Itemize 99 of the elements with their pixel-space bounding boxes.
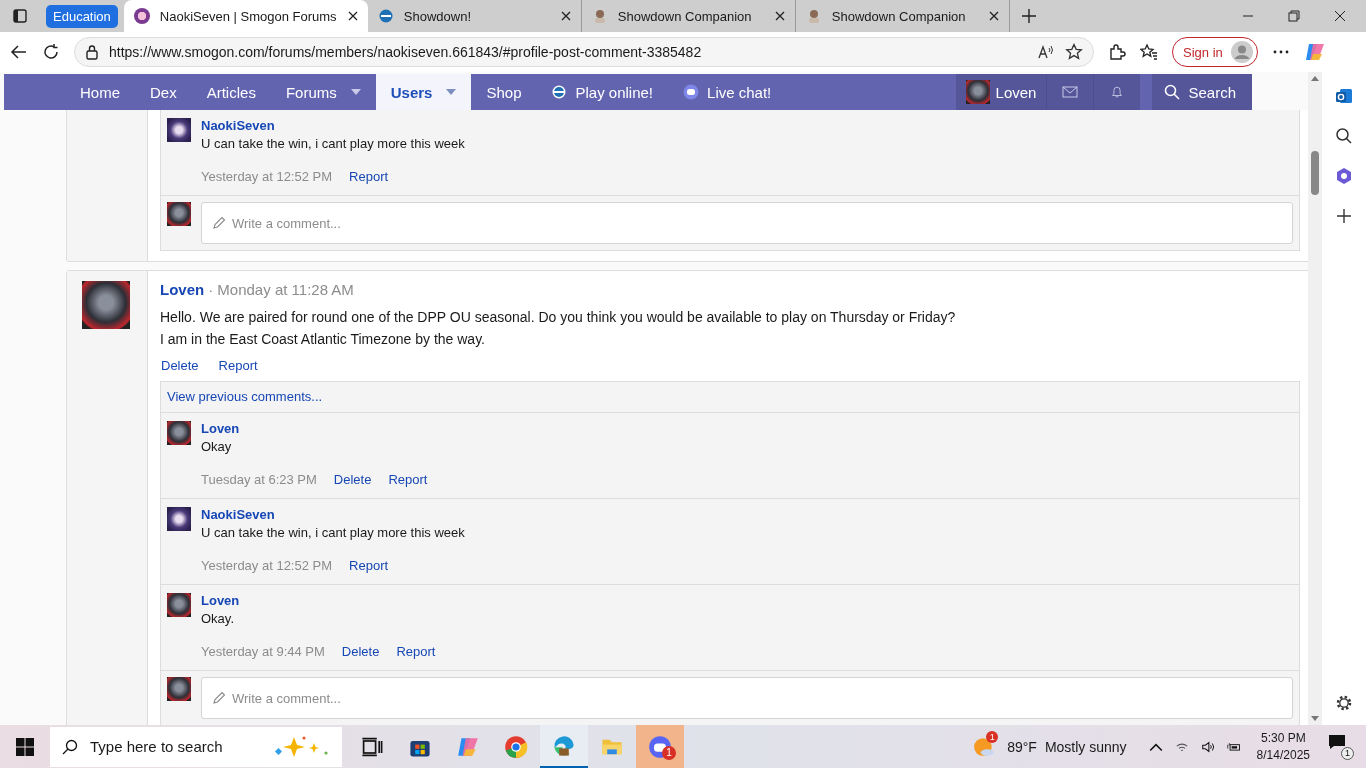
pencil-icon bbox=[212, 216, 226, 230]
avatar-picture bbox=[167, 593, 191, 617]
profile-avatar-icon bbox=[1230, 41, 1253, 63]
notification-center-button[interactable]: 1 bbox=[1328, 733, 1354, 760]
notification-badge: 1 bbox=[986, 730, 999, 743]
close-icon[interactable] bbox=[988, 11, 999, 21]
favicon-icon bbox=[377, 8, 394, 24]
avatar-picture bbox=[167, 202, 191, 226]
reload-icon[interactable] bbox=[42, 43, 60, 61]
favicon-icon bbox=[133, 8, 150, 24]
close-icon[interactable] bbox=[1334, 10, 1346, 22]
action-link[interactable]: Report bbox=[349, 558, 389, 573]
nav-tab[interactable]: Dex bbox=[135, 74, 192, 110]
comment-time: Tuesday at 6:23 PM bbox=[201, 472, 317, 487]
nav-tab[interactable]: Users bbox=[375, 74, 472, 110]
puzzle-piece-icon[interactable] bbox=[1108, 43, 1126, 61]
avatar-picture bbox=[167, 677, 191, 701]
action-link[interactable]: Report bbox=[218, 358, 258, 373]
favorites-icon[interactable] bbox=[1140, 43, 1158, 61]
author-link[interactable]: Loven bbox=[160, 281, 205, 298]
pencil-icon bbox=[212, 691, 226, 705]
comment-text: Okay. bbox=[201, 611, 235, 626]
avatar-picture bbox=[167, 507, 191, 531]
nav-tab[interactable]: Shop bbox=[471, 74, 537, 110]
comment-time: Yesterday at 9:44 PM bbox=[201, 644, 325, 659]
author-link[interactable]: NaokiSeven bbox=[201, 507, 465, 522]
action-link[interactable]: Report bbox=[349, 169, 389, 184]
scrollbar[interactable] bbox=[1308, 72, 1322, 725]
nav-tab[interactable]: Articles bbox=[191, 74, 271, 110]
address-bar[interactable]: https://www.smogon.com/forums/members/naokiseven.661843/#profile-post-comment-3385482 bbox=[74, 37, 1094, 67]
action-link[interactable]: Delete bbox=[341, 644, 380, 659]
author-link[interactable]: Loven bbox=[201, 421, 428, 436]
chat-bubble-icon bbox=[683, 84, 700, 100]
nav-tab[interactable]: Play online! bbox=[536, 74, 669, 110]
inbox-button[interactable] bbox=[1046, 74, 1094, 110]
comment-text: Okay bbox=[201, 439, 233, 454]
close-icon[interactable] bbox=[560, 11, 571, 21]
post-text: I am in the East Coast Atlantic Timezone by the way. bbox=[160, 330, 486, 349]
taskbar-clock[interactable]: 5:30 PM 8/14/2025 bbox=[1256, 729, 1310, 764]
account-link[interactable]: Loven bbox=[955, 74, 1047, 110]
url-text[interactable]: https://www.smogon.com/forums/members/naokiseven.661843/#profile-post-comment-3385482 bbox=[109, 44, 1027, 60]
scrollbar-thumb[interactable] bbox=[1311, 151, 1319, 195]
notification-badge: 1 bbox=[662, 746, 676, 760]
message-icon bbox=[1328, 733, 1346, 750]
restore-icon[interactable] bbox=[1288, 10, 1300, 22]
view-previous-link[interactable]: View previous comments... bbox=[161, 382, 1299, 413]
caret-icon[interactable] bbox=[446, 89, 457, 95]
hexagon-icon[interactable] bbox=[1334, 166, 1354, 186]
action-link[interactable]: Delete bbox=[161, 358, 199, 373]
comment-time: Yesterday at 12:52 PM bbox=[201, 169, 333, 184]
ball-icon bbox=[551, 84, 568, 100]
avatar-picture bbox=[82, 281, 130, 329]
copilot-icon[interactable] bbox=[1303, 41, 1326, 63]
comment-input-field[interactable]: Write a comment... bbox=[201, 202, 1293, 244]
scroll-down-icon[interactable] bbox=[1311, 716, 1319, 721]
outlook-icon[interactable] bbox=[1334, 86, 1354, 106]
post-time: · Monday at 11:28 AM bbox=[208, 281, 354, 298]
search-icon bbox=[62, 738, 78, 755]
browser-tab[interactable]: NaokiSeven | Smogon Forums bbox=[123, 0, 368, 32]
close-icon[interactable] bbox=[774, 11, 785, 21]
new-tab-icon[interactable] bbox=[1021, 9, 1036, 23]
tab-actions-icon[interactable] bbox=[12, 8, 28, 24]
action-link[interactable]: Delete bbox=[333, 472, 372, 487]
avatar-picture bbox=[167, 421, 191, 445]
read-aloud-icon[interactable] bbox=[1037, 43, 1055, 61]
caret-icon[interactable] bbox=[350, 89, 361, 95]
lock-icon[interactable] bbox=[85, 44, 99, 60]
scroll-up-icon[interactable] bbox=[1311, 76, 1319, 81]
comment-text: U can take the win, i cant play more this week bbox=[201, 136, 465, 151]
search-icon[interactable] bbox=[1334, 126, 1354, 146]
sign-in-button[interactable]: Sign in bbox=[1172, 37, 1258, 67]
chrome-icon[interactable] bbox=[504, 734, 528, 759]
close-icon[interactable] bbox=[347, 11, 358, 21]
comment-time: Yesterday at 12:52 PM bbox=[201, 558, 333, 573]
avatar-picture bbox=[965, 80, 990, 104]
comment-text: U can take the win, i cant play more this week bbox=[201, 525, 465, 540]
action-link[interactable]: Report bbox=[388, 472, 428, 487]
sun-cloud-icon bbox=[973, 735, 996, 758]
plus-icon[interactable] bbox=[1334, 206, 1354, 226]
speaker-icon[interactable] bbox=[1200, 739, 1215, 754]
author-link[interactable]: Loven bbox=[201, 593, 436, 608]
star-icon[interactable] bbox=[1065, 43, 1083, 61]
back-arrow-icon[interactable] bbox=[10, 43, 28, 61]
windows-start-icon[interactable] bbox=[16, 737, 34, 756]
search-button[interactable]: Search bbox=[1152, 74, 1252, 110]
settings-icon[interactable] bbox=[1334, 693, 1354, 713]
avatar-picture bbox=[167, 118, 191, 142]
nav-tab[interactable]: Home bbox=[65, 74, 135, 110]
search-icon bbox=[1164, 84, 1181, 100]
author-link[interactable]: NaokiSeven bbox=[201, 118, 465, 133]
nav-tab[interactable]: Live chat! bbox=[668, 74, 787, 110]
tab-group-label[interactable]: Education bbox=[46, 4, 118, 28]
comment-input-field[interactable]: Write a comment... bbox=[201, 677, 1293, 719]
nav-tab[interactable]: Forums bbox=[270, 74, 376, 110]
edge-icon[interactable] bbox=[552, 733, 576, 758]
post-text: Hello. We are paired for round one of the DPP OU seasonal. Do you think you would be available to play on Thursday or Friday? bbox=[160, 308, 957, 327]
envelope-icon bbox=[1062, 85, 1079, 99]
action-link[interactable]: Report bbox=[396, 644, 436, 659]
taskbar-search-field[interactable]: Type here to search bbox=[50, 726, 342, 767]
